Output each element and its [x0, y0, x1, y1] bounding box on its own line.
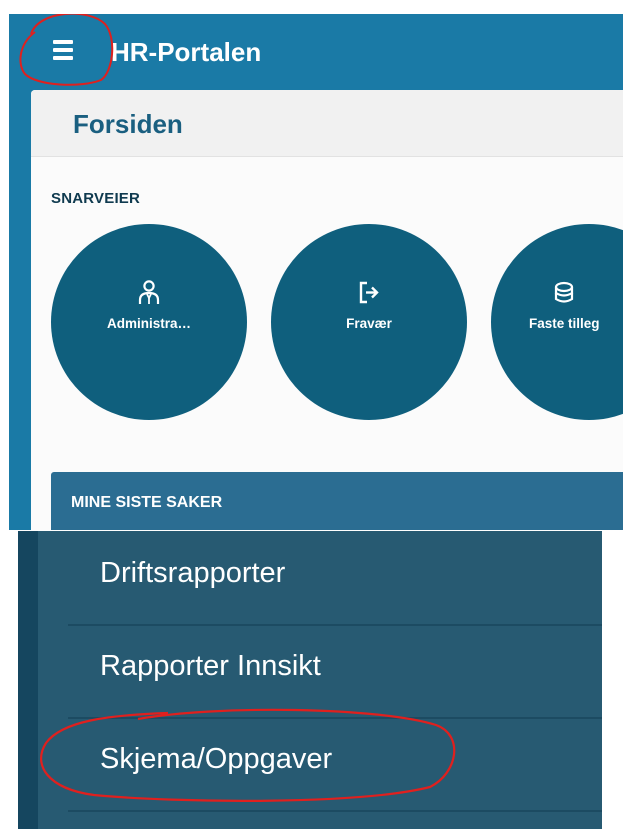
menu-item-label: Driftsrapporter — [100, 557, 286, 589]
shortcut-label: Administra… — [106, 316, 191, 331]
page-title: Forsiden — [73, 109, 183, 139]
hr-portal-screen: HR-Portalen Forsiden SNARVEIER Administr… — [9, 14, 623, 530]
person-admin-icon — [138, 280, 160, 304]
page-header: Forsiden — [31, 90, 623, 157]
app-title: HR-Portalen — [111, 37, 262, 67]
shortcut-administration[interactable]: Administra… — [51, 224, 247, 420]
menu-item-driftsrapporter[interactable]: Driftsrapporter — [68, 531, 602, 621]
coin-stack-icon — [554, 281, 574, 303]
side-menu-rail — [18, 531, 38, 829]
menu-item-label: Skjema/Oppgaver — [100, 743, 333, 775]
hamburger-menu-icon[interactable] — [47, 36, 87, 68]
shortcut-label: Fravær — [346, 316, 392, 331]
side-menu: Driftsrapporter Rapporter Innsikt Skjema… — [18, 531, 602, 829]
menu-line — [53, 40, 73, 44]
menu-item-skjema-oppgaver[interactable]: Skjema/Oppgaver — [68, 717, 602, 807]
menu-divider — [68, 810, 602, 812]
recent-cases-heading: MINE SISTE SAKER — [71, 494, 223, 511]
menu-line — [53, 48, 73, 52]
menu-item-rapporter-innsikt[interactable]: Rapporter Innsikt — [68, 624, 602, 714]
menu-item-label: Rapporter Innsikt — [100, 650, 321, 682]
app-bar: HR-Portalen — [9, 14, 623, 89]
shortcut-absence[interactable]: Fravær — [271, 224, 467, 420]
front-page-panel: Forsiden SNARVEIER Administra… Fravær Fa… — [31, 90, 623, 530]
shortcut-label: Faste tilleg — [529, 316, 600, 331]
recent-cases-panel[interactable]: MINE SISTE SAKER — [51, 472, 623, 530]
shortcut-fixed-allowances[interactable]: Faste tilleg — [491, 224, 623, 420]
shortcuts-heading: SNARVEIER — [51, 190, 141, 207]
exit-door-icon — [359, 281, 379, 304]
menu-line — [53, 56, 73, 60]
